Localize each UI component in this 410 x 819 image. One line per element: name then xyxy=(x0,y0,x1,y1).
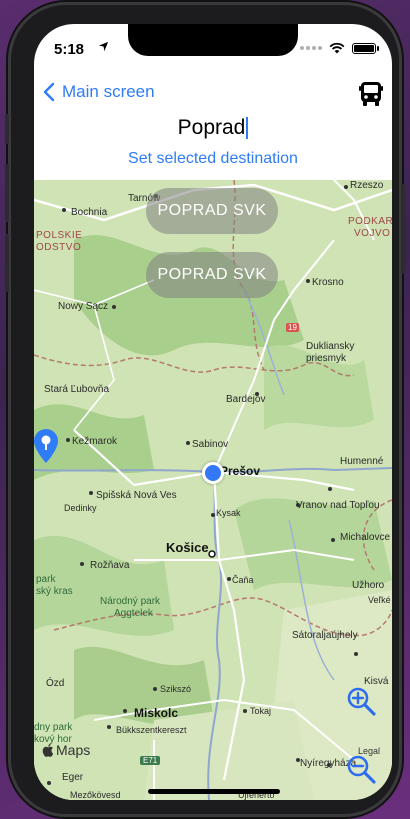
map-label-narodny-park: Národný park xyxy=(100,596,161,607)
map-label-bukkszentkereszt: Bükkszentkereszt xyxy=(116,725,187,735)
user-location-dot xyxy=(202,462,224,484)
map-label-duklianský: Dukliansky xyxy=(306,341,355,352)
maps-attribution[interactable]: Maps xyxy=(42,742,90,758)
map-label-sky-kras: ský kras xyxy=(36,586,73,597)
battery-icon xyxy=(352,42,379,54)
zoom-in-icon[interactable] xyxy=(346,686,376,716)
notch xyxy=(128,24,298,56)
app-screen: 5:18 Main screen Poprad Set selected des… xyxy=(34,24,392,800)
map-label-aggtelek: Aggtelek xyxy=(114,608,153,619)
wifi-icon xyxy=(329,42,345,54)
map-label-bardejov: Bardejov xyxy=(226,394,266,405)
map-label-cana: Čaňa xyxy=(232,575,254,585)
map-label-kezmarok: Kežmarok xyxy=(72,436,118,447)
map-label-road-19: 19 xyxy=(286,323,299,332)
map-label-spisska-nova-ves: Spišská Nová Ves xyxy=(96,490,177,501)
map-label-dedinky: Dedinky xyxy=(64,503,97,513)
map-label-stara-lubovna: Stará Ľubovňa xyxy=(44,384,110,395)
map-label-presov: Prešov xyxy=(220,464,261,478)
map-label-roznava: Rožňava xyxy=(90,560,130,571)
search-value: Poprad xyxy=(177,116,246,139)
map-label-ozd: Ózd xyxy=(46,678,65,689)
back-button[interactable]: Main screen xyxy=(42,82,155,102)
chevron-left-icon xyxy=(43,82,55,102)
map-label-podkar: PODKAR xyxy=(348,216,392,227)
back-button-label: Main screen xyxy=(62,82,155,101)
map-label-michalovce: Michalovce xyxy=(340,532,391,543)
map-label-e71: E71 xyxy=(140,756,161,765)
map-label-krosno: Krosno xyxy=(312,277,344,288)
map-label-nowy-sacz: Nowy Sącz xyxy=(58,301,109,312)
home-indicator[interactable] xyxy=(148,789,280,794)
map-label-bochnia: Bochnia xyxy=(71,207,108,218)
map-label-miskolc: Miskolc xyxy=(134,706,179,720)
volume-down-button xyxy=(5,234,9,292)
map-pin-icon[interactable] xyxy=(34,428,60,464)
maps-attribution-label: Maps xyxy=(56,742,91,758)
map-label-satoraljaujhely: Sátoraljaújhely xyxy=(292,630,358,641)
map-label-kosice: Košice xyxy=(166,540,209,555)
mute-switch xyxy=(5,114,9,144)
legal-link[interactable]: Legal xyxy=(358,746,380,756)
power-button xyxy=(401,184,405,274)
map-label-dny-park: dny park xyxy=(34,722,73,733)
map-label-velke: Veľké xyxy=(368,595,391,605)
apple-logo-icon xyxy=(42,743,54,757)
map-label-humenne: Humenné xyxy=(340,456,384,467)
map-label-sabinov: Sabinov xyxy=(192,439,229,450)
bus-icon[interactable] xyxy=(358,80,384,108)
map-label-odstvo: ODSTVO xyxy=(36,242,82,253)
map-label-vranov: Vranov nad Topľou xyxy=(296,500,380,511)
map-label-tokaj: Tokaj xyxy=(250,706,272,716)
map-label-polskie: POLSKIE xyxy=(36,230,83,241)
set-destination-button[interactable]: Set selected destination xyxy=(34,150,392,168)
search-field[interactable]: Poprad xyxy=(34,116,392,140)
volume-up-button xyxy=(5,164,9,222)
map-label-vojvo: VOJVO xyxy=(354,228,391,239)
map-label-priesmyk: priesmyk xyxy=(306,353,347,364)
map-label-park: park xyxy=(36,574,56,585)
cellular-signal-icon xyxy=(300,46,322,50)
map-label-mezokovesd: Mezőkövesd xyxy=(70,790,121,800)
map-label-eger: Eger xyxy=(62,772,84,783)
navigation-bar: Main screen xyxy=(34,80,392,110)
map-view[interactable]: Rzeszo Tarnów Bochnia POLSKIE ODSTVO POD… xyxy=(34,180,392,800)
text-caret xyxy=(246,117,249,140)
zoom-out-icon[interactable] xyxy=(346,754,376,784)
result-option[interactable]: POPRAD SVK xyxy=(146,188,278,234)
map-label-kysak: Kysak xyxy=(216,508,241,518)
phone-frame: 5:18 Main screen Poprad Set selected des… xyxy=(5,2,405,817)
map-label-rzeszow: Rzeszo xyxy=(350,180,384,191)
result-option[interactable]: POPRAD SVK xyxy=(146,252,278,298)
status-time: 5:18 xyxy=(54,41,85,58)
location-arrow-icon xyxy=(98,41,109,55)
map-label-uzhorod: Užhoro xyxy=(352,580,385,591)
map-label-szikszo: Szikszó xyxy=(160,684,192,694)
